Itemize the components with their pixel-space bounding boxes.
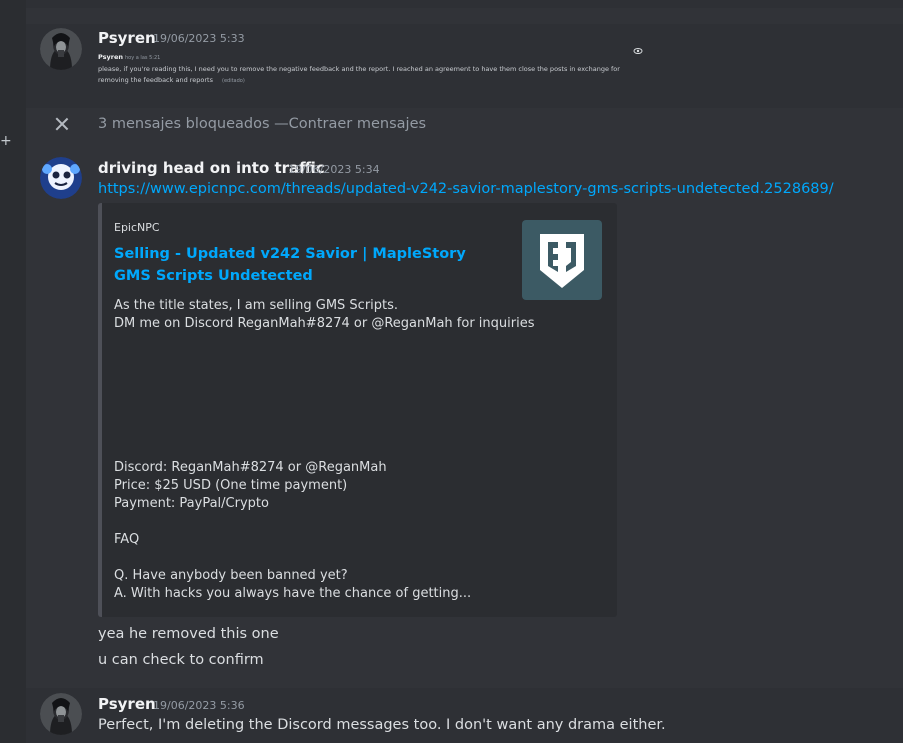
message-timestamp: 19/06/2023 5:36 xyxy=(153,699,245,712)
embed-description: As the title states, I am selling GMS Sc… xyxy=(114,297,535,603)
quoted-text-line1: please, if you're reading this, I need y… xyxy=(98,65,620,73)
embed-desc-line: Discord: ReganMah#8274 or @ReganMah xyxy=(114,460,387,475)
embed-desc-spacer xyxy=(114,513,535,531)
eye-icon xyxy=(633,48,643,54)
author-name[interactable]: Psyren xyxy=(98,29,156,47)
followup-message: u can check to confirm xyxy=(98,652,264,668)
embed-desc-spacer xyxy=(114,333,535,459)
embed-title[interactable]: Selling - Updated v242 Savior | MapleSto… xyxy=(114,243,504,287)
embed-desc-line: DM me on Discord ReganMah#8274 or @Regan… xyxy=(114,316,535,331)
avatar[interactable] xyxy=(40,28,82,70)
message-timestamp: 19/06/2023 5:33 xyxy=(153,32,245,45)
embed-desc-line: Payment: PayPal/Crypto xyxy=(114,496,269,511)
left-gutter xyxy=(0,0,26,743)
embed-desc-line: A. With hacks you always have the chance… xyxy=(114,586,472,601)
avatar[interactable] xyxy=(40,693,82,735)
hover-band-top xyxy=(26,0,903,8)
hover-band-last-message xyxy=(26,688,903,743)
quoted-timestamp: hoy a las 5:21 xyxy=(125,55,161,61)
close-icon[interactable] xyxy=(55,117,69,131)
embed-desc-line: Q. Have anybody been banned yet? xyxy=(114,568,348,583)
embed-desc-spacer xyxy=(114,549,535,567)
message-link[interactable]: https://www.epicnpc.com/threads/updated-… xyxy=(98,181,834,197)
quoted-text-line2: removing the feedback and reports xyxy=(98,76,213,84)
embed-provider[interactable]: EpicNPC xyxy=(114,221,160,234)
embed-desc-line: As the title states, I am selling GMS Sc… xyxy=(114,298,399,313)
link-embed: EpicNPC Selling - Updated v242 Savior | … xyxy=(98,203,617,617)
followup-message: yea he removed this one xyxy=(98,626,279,642)
blocked-messages-text: 3 mensajes bloqueados — xyxy=(98,116,289,132)
blocked-messages-row: 3 mensajes bloqueados — Contraer mensaje… xyxy=(55,113,426,135)
avatar[interactable] xyxy=(40,157,82,199)
embed-desc-line: Price: $25 USD (One time payment) xyxy=(114,478,348,493)
plus-icon[interactable]: + xyxy=(0,134,12,148)
quoted-author: Psyren xyxy=(98,53,123,61)
author-name[interactable]: Psyren xyxy=(98,695,156,713)
collapse-messages-link[interactable]: Contraer mensajes xyxy=(289,116,426,132)
embed-thumbnail[interactable] xyxy=(522,220,602,300)
quoted-edited-tag: (editado) xyxy=(222,78,245,84)
message-timestamp: 19/06/2023 5:34 xyxy=(288,163,380,176)
embed-desc-line: FAQ xyxy=(114,532,140,547)
epicnpc-logo-icon xyxy=(540,234,584,288)
message-text: Perfect, I'm deleting the Discord messag… xyxy=(98,717,666,733)
